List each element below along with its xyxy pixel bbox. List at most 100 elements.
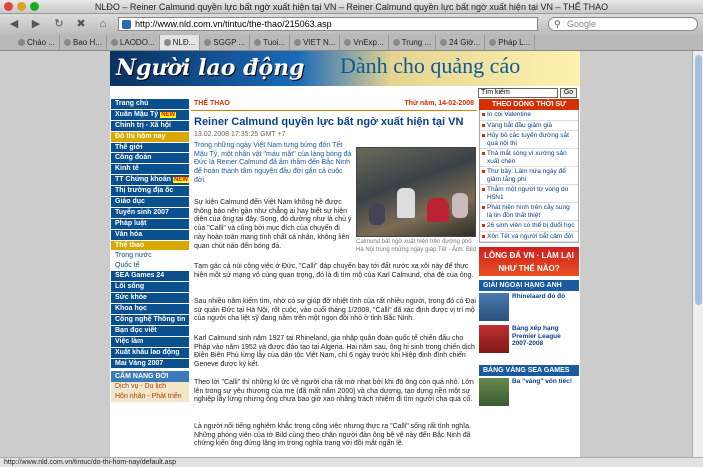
nav-item[interactable]: Lối sống: [111, 282, 189, 294]
browser-tab[interactable]: Tuoi...: [250, 35, 291, 50]
nav-item[interactable]: Thế giới: [111, 142, 189, 154]
list-item[interactable]: Ba "vàng" vốn tiếc!: [479, 378, 579, 408]
tab-close-icon[interactable]: [392, 39, 400, 46]
list-item[interactable]: Bảng xếp hạng Premier League 2007-2008: [479, 325, 579, 361]
address-bar[interactable]: http://www.nld.com.vn/tintuc/the-thao/21…: [118, 17, 538, 31]
nav-item[interactable]: Mai Vàng 2007: [111, 358, 189, 370]
article-paragraph: Karl Calmund sinh năm 1927 tại Rhineland…: [194, 335, 475, 369]
tab-close-icon[interactable]: [489, 39, 497, 46]
browser-tab[interactable]: VIET N...: [290, 35, 341, 50]
browser-tab[interactable]: 24 Giờ...: [436, 35, 486, 50]
tab-label: VIET N...: [303, 38, 336, 47]
site-banner: Người lao động Dành cho quảng cáo: [110, 51, 580, 86]
tab-close-icon[interactable]: [110, 39, 118, 46]
forward-button[interactable]: ▶: [26, 17, 46, 31]
nav-item[interactable]: Pháp luật: [111, 218, 189, 230]
browser-tab[interactable]: VnExp...: [340, 35, 389, 50]
site-logo[interactable]: Người lao động: [116, 55, 305, 81]
nav-item[interactable]: Đô thị hôm nay: [111, 131, 189, 143]
tab-close-icon[interactable]: [204, 39, 212, 46]
news-link[interactable]: Xôn Tết và người bắt cảm đời: [480, 232, 578, 242]
football-ad[interactable]: LÔNG ĐÁ VN · LÀM LẠI NHƯ THẾ NÀO?: [479, 247, 579, 276]
title-bar: NLĐO – Reiner Calmund quyền lực bất ngờ …: [0, 0, 703, 14]
tab-close-icon[interactable]: [163, 39, 171, 46]
nav-item[interactable]: Văn hóa: [111, 229, 189, 241]
nav-subitem[interactable]: Trong nước: [111, 251, 189, 262]
nav-item[interactable]: Xuân Mậu Tý NEW: [111, 109, 189, 121]
news-link[interactable]: Thư bảy: Làm nứa ngày để giảm tắng phí: [480, 167, 578, 185]
browser-tab[interactable]: NLĐ...: [159, 35, 201, 50]
reload-button[interactable]: ↻: [50, 17, 68, 31]
tab-close-icon[interactable]: [18, 39, 25, 46]
news-link[interactable]: 26 sinh viên có thể bị đuổi học: [480, 221, 578, 232]
nav-item[interactable]: Xuất khẩu lao động: [111, 347, 189, 359]
zoom-button[interactable]: [30, 2, 39, 11]
banner-ad-text[interactable]: Dành cho quảng cáo: [340, 53, 520, 79]
home-button[interactable]: ⌂: [94, 17, 112, 31]
nav-item[interactable]: Khoa học: [111, 304, 189, 316]
tab-close-icon[interactable]: [294, 39, 302, 46]
tab-close-icon[interactable]: [254, 39, 262, 46]
nav-item[interactable]: Tuyển sinh 2007: [111, 207, 189, 219]
news-flow-list: In coi Valentine Vàng bắt đầu giảm giá Hủy…: [479, 110, 579, 243]
browser-tab[interactable]: Trung ...: [389, 35, 437, 50]
nav-link[interactable]: Dịch vụ - Du lịch: [111, 382, 189, 393]
tab-label: VnExp...: [353, 38, 384, 47]
vertical-scrollbar[interactable]: [692, 51, 703, 457]
nav-item-label: Trang chủ: [115, 100, 149, 107]
nav-item[interactable]: SEA Games 24: [111, 271, 189, 283]
tab-close-icon[interactable]: [344, 39, 352, 46]
nav-item[interactable]: Thị trường địa ốc: [111, 186, 189, 198]
nav-item[interactable]: Việc làm: [111, 336, 189, 348]
site-search-input[interactable]: Tìm kiếm: [478, 88, 558, 98]
nav-subitem[interactable]: Quốc tế: [111, 261, 189, 272]
news-link[interactable]: Hủy bỏ các tuyến đường sắt quá nội thị: [480, 131, 578, 149]
nav-item[interactable]: Bạn đọc viết: [111, 325, 189, 337]
nav-item[interactable]: Trang chủ: [111, 99, 189, 110]
news-link[interactable]: Thả mắt sòng vì xướng sản xuất chén: [480, 149, 578, 167]
nav-item[interactable]: Sức khỏe: [111, 293, 189, 305]
nav-link[interactable]: Hôn nhân - Phát triển: [111, 392, 189, 403]
stop-button[interactable]: ✖: [72, 17, 90, 31]
browser-tab[interactable]: Pháp L...: [485, 35, 536, 50]
nav-item[interactable]: Chính trị - Xã hội: [111, 120, 189, 132]
site-search-go-button[interactable]: Go: [560, 88, 577, 98]
nav-item[interactable]: Thể thao: [111, 240, 189, 252]
minimize-button[interactable]: [17, 2, 26, 11]
browser-tab[interactable]: Chào ...: [14, 35, 61, 50]
address-text: http://www.nld.com.vn/tintuc/the-thao/21…: [135, 19, 332, 29]
news-link[interactable]: Thắm một người từ vong do H5N1: [480, 185, 578, 203]
nav-item-label: Thể thao: [115, 241, 145, 249]
list-item[interactable]: Rhinelaard đỏ đỏ: [479, 293, 579, 323]
thumbnail-image: [479, 293, 509, 321]
reload-icon: ↻: [54, 18, 64, 30]
list-item-title: Rhinelaard đỏ đỏ: [512, 293, 566, 300]
tab-label: Chào ...: [27, 38, 56, 47]
back-button[interactable]: ◀: [4, 17, 24, 31]
nav-item[interactable]: Giáo dục: [111, 197, 189, 208]
article-paragraph: Sự kiện Calmund đến Việt Nam không hề đư…: [194, 199, 352, 250]
close-window-button[interactable]: [4, 2, 13, 11]
tab-close-icon[interactable]: [440, 39, 448, 46]
news-link[interactable]: In coi Valentine: [480, 110, 578, 121]
nav-item[interactable]: Công nghệ Thông tin: [111, 315, 189, 326]
nav-item-label: Thế giới: [115, 143, 143, 151]
search-field[interactable]: ⚲ Google: [548, 17, 698, 31]
section-name[interactable]: THỂ THAO: [194, 100, 230, 107]
nav-item[interactable]: Kinh tế: [111, 164, 189, 176]
tab-close-icon[interactable]: [64, 39, 72, 46]
browser-tab[interactable]: Bao H...: [60, 35, 107, 50]
news-link[interactable]: Phát hiện hình trên cây sung là tin đồn …: [480, 203, 578, 221]
nav-item[interactable]: TT Chứng khoán NEW: [111, 175, 189, 187]
browser-tab[interactable]: LAODO...: [107, 35, 160, 50]
scrollbar-thumb[interactable]: [695, 55, 702, 305]
tab-label: Trung ...: [401, 38, 432, 47]
window-title: NLĐO – Reiner Calmund quyền lực bất ngờ …: [94, 2, 609, 12]
browser-tab[interactable]: SGGP ...: [200, 35, 251, 50]
news-link[interactable]: Vàng bắt đầu giảm giá: [480, 121, 578, 131]
nav-item[interactable]: Công đoàn: [111, 153, 189, 165]
list-item-title: Ba "vàng" vốn tiếc!: [512, 378, 572, 385]
tab-label: SGGP ...: [213, 38, 246, 47]
new-badge: NEW: [160, 111, 177, 118]
site-favicon-icon: [122, 20, 131, 29]
